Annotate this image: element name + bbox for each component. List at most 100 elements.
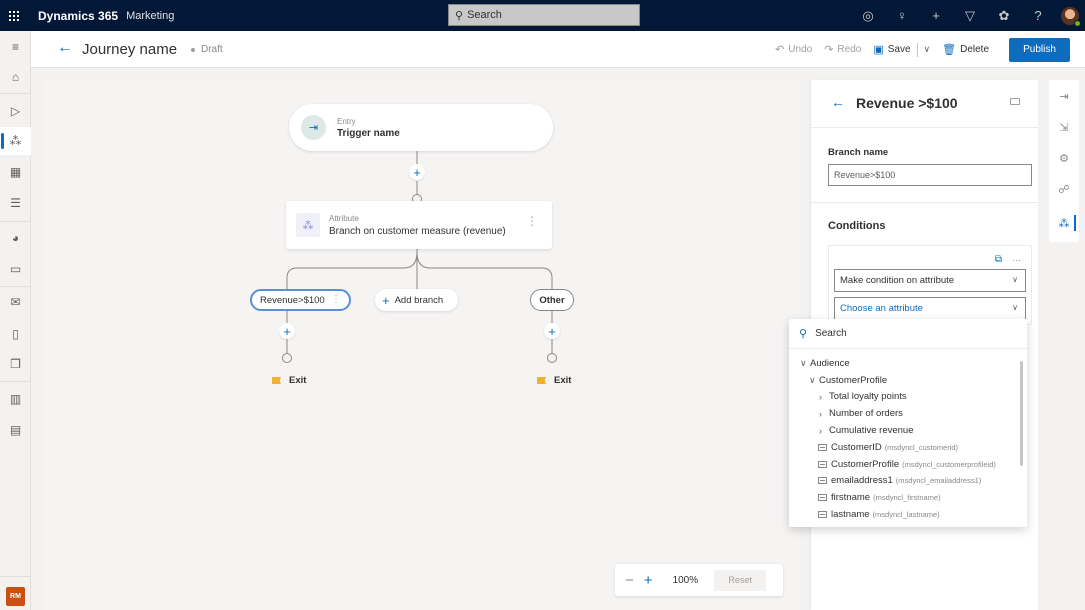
tree-item-label: CustomerProfile xyxy=(819,374,888,386)
top-bar-actions: ◎ ♀ + ▽ ✿ ? xyxy=(851,0,1085,31)
branch-revenue[interactable]: Revenue>$100 ⋮ xyxy=(250,289,351,311)
exit-icon[interactable]: ⇲ xyxy=(1049,112,1079,142)
entry-node-name: Trigger name xyxy=(337,128,400,139)
exit-node[interactable]: Exit xyxy=(537,375,571,386)
branch-icon[interactable]: ⁂ xyxy=(1049,208,1079,238)
entry-icon: ⇥ xyxy=(301,115,326,140)
lightbulb-icon[interactable]: ♀ xyxy=(885,8,919,23)
library-icon[interactable]: ▥ xyxy=(0,385,31,413)
more-options-icon[interactable]: ⋮ xyxy=(526,215,538,227)
journeys-icon[interactable]: ⁂ xyxy=(0,127,31,155)
segments-icon[interactable]: ▦ xyxy=(0,158,31,186)
dropdown-scrollbar[interactable] xyxy=(1019,353,1024,523)
collapse-panel-icon[interactable] xyxy=(1010,98,1020,105)
tree-item-total-loyalty-points[interactable]: › Total loyalty points xyxy=(789,389,1017,406)
undo-button[interactable]: ↶ Undo xyxy=(775,43,812,56)
journey-canvas[interactable]: ⇥ Entry Trigger name + ⁂ Attribute Branc… xyxy=(44,80,801,610)
left-navigation: ≡ ⌂ ▷ ⁂ ▦ ☰ ◕ ▭ ✉ ▯ ❒ ▥ ▤ RM xyxy=(0,31,31,610)
exit-node[interactable]: Exit xyxy=(272,375,306,386)
add-step-button[interactable]: + xyxy=(279,323,295,339)
tree-item-label: CustomerProfile xyxy=(831,458,900,470)
chevron-down-icon: ∨ xyxy=(1012,303,1018,312)
branch-more-icon[interactable]: ⋮ xyxy=(331,294,341,305)
task-check-icon[interactable]: ◎ xyxy=(851,8,885,24)
tree-item-lastname[interactable]: lastname (msdyncl_lastname) xyxy=(789,506,1017,523)
attribute-select[interactable]: Choose an attribute ∨ xyxy=(834,297,1026,320)
save-button[interactable]: ▣ Save xyxy=(873,43,910,56)
area-switcher-badge[interactable]: RM xyxy=(6,587,25,606)
add-branch-button[interactable]: + Add branch xyxy=(375,289,458,311)
redo-button[interactable]: ↷ Redo xyxy=(824,43,861,56)
scrollbar-thumb[interactable] xyxy=(1020,361,1023,466)
branch-name-input[interactable]: Revenue>$100 xyxy=(828,164,1032,186)
global-search-input[interactable]: ⚲ Search xyxy=(448,4,640,26)
chevron-down-icon: ∨ xyxy=(1012,275,1018,284)
attribute-dropdown: ⚲ Search ∨ Audience ∨ CustomerProfile › Tot… xyxy=(789,319,1027,527)
settings-icon[interactable]: ⚙ xyxy=(1049,143,1079,173)
assets-icon[interactable]: ▤ xyxy=(0,416,31,444)
branch-other[interactable]: Other xyxy=(530,289,574,311)
tree-item-firstname[interactable]: firstname (msdyncl_firstname) xyxy=(789,489,1017,506)
pages-icon[interactable]: ❒ xyxy=(0,350,31,378)
get-started-icon[interactable]: ▷ xyxy=(0,97,31,125)
help-icon[interactable]: ? xyxy=(1021,8,1055,23)
mobile-icon[interactable]: ▯ xyxy=(0,320,31,348)
zoom-out-button[interactable]: − xyxy=(625,572,634,589)
add-step-button[interactable]: + xyxy=(409,164,425,180)
tree-item-emailaddress1[interactable]: emailaddress1 (msdyncl_emailaddress1) xyxy=(789,473,1017,490)
attribute-search-input[interactable]: ⚲ Search xyxy=(789,319,1027,349)
tree-item-number-of-orders[interactable]: › Number of orders xyxy=(789,405,1017,422)
tree-item-label: CustomerID xyxy=(831,441,882,453)
entry-icon[interactable]: ⇥ xyxy=(1049,81,1079,111)
condition-more-icon[interactable]: ··· xyxy=(1012,255,1021,265)
email-icon[interactable]: ✉ xyxy=(0,288,31,316)
save-options-chevron-icon[interactable]: ∨ xyxy=(924,44,931,55)
nav-divider xyxy=(0,286,31,287)
panel-back-arrow-icon[interactable]: ← xyxy=(831,94,845,110)
forms-icon[interactable]: ▭ xyxy=(0,255,31,283)
status-dot-icon xyxy=(191,47,195,52)
entry-node[interactable]: ⇥ Entry Trigger name xyxy=(289,104,553,151)
branch-connector-left xyxy=(286,251,418,290)
back-arrow-icon[interactable]: ← xyxy=(57,39,73,57)
tree-item-customerprofile-field[interactable]: CustomerProfile (msdyncl_customerprofilei… xyxy=(789,456,1017,473)
app-launcher-button[interactable] xyxy=(0,0,28,31)
zoom-level: 100% xyxy=(672,574,699,586)
filters-icon[interactable]: ☰ xyxy=(0,189,31,217)
attribute-branch-node[interactable]: ⁂ Attribute Branch on customer measure (… xyxy=(286,201,552,249)
condition-type-value: Make condition on attribute xyxy=(840,275,955,286)
panel-header: ← Revenue >$100 xyxy=(811,80,1038,128)
app-name[interactable]: Dynamics 365 xyxy=(38,9,118,23)
chevron-right-icon: › xyxy=(819,391,822,402)
publish-button[interactable]: Publish xyxy=(1009,37,1070,62)
tree-item-customerprofile[interactable]: ∨ CustomerProfile xyxy=(789,372,1017,389)
settings-icon[interactable]: ✿ xyxy=(987,8,1021,24)
tree-item-audience[interactable]: ∨ Audience xyxy=(789,355,1017,372)
condition-type-select[interactable]: Make condition on attribute ∨ xyxy=(834,269,1026,292)
user-avatar[interactable] xyxy=(1061,6,1081,27)
action-icon[interactable]: ☍ xyxy=(1049,174,1079,204)
tree-item-label: Cumulative revenue xyxy=(829,425,914,437)
zoom-in-button[interactable]: + xyxy=(644,572,653,589)
delete-label: Delete xyxy=(960,44,989,55)
reset-zoom-button[interactable]: Reset xyxy=(714,569,767,591)
tree-item-customerid[interactable]: CustomerID (msdyncl_customerid) xyxy=(789,439,1017,456)
filter-icon[interactable]: ▽ xyxy=(953,8,987,24)
tree-item-meta: (msdyncl_customerprofileid) xyxy=(902,459,996,469)
home-icon[interactable]: ⌂ xyxy=(0,63,31,91)
condition-preview-icon[interactable]: ⧉ xyxy=(995,254,1002,265)
branch-name-label: Branch name xyxy=(828,147,889,158)
analytics-icon[interactable]: ◕ xyxy=(0,224,31,252)
attribute-node-name: Branch on customer measure (revenue) xyxy=(329,226,506,237)
add-step-button[interactable]: + xyxy=(544,323,560,339)
panel-divider xyxy=(811,202,1038,203)
hamburger-menu-icon[interactable]: ≡ xyxy=(0,33,31,61)
tree-item-meta: (msdyncl_customerid) xyxy=(884,442,959,452)
plus-icon[interactable]: + xyxy=(919,8,953,23)
conditions-heading: Conditions xyxy=(828,220,886,232)
nav-divider xyxy=(0,381,31,382)
field-icon xyxy=(818,460,827,468)
tree-item-cumulative-revenue[interactable]: › Cumulative revenue xyxy=(789,422,1017,439)
delete-button[interactable]: 🗑 Delete xyxy=(942,43,989,56)
split-divider xyxy=(916,42,918,57)
